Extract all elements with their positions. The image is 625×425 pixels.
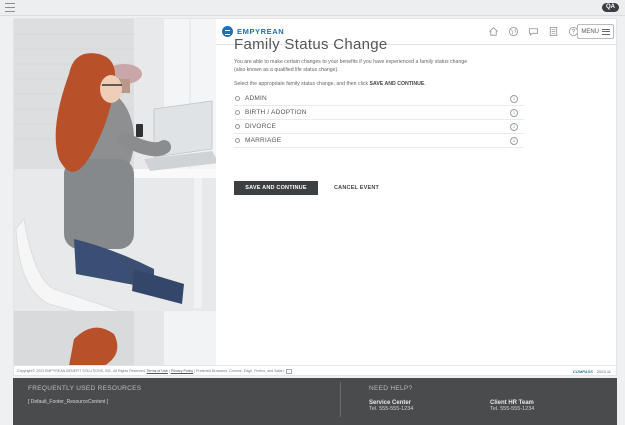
instruction-text: Select the appropriate family status cha… bbox=[234, 81, 564, 87]
top-strip: QA bbox=[0, 0, 625, 16]
client-hr-tel: Tel. 555-555-1234 bbox=[490, 406, 535, 412]
cancel-event-button[interactable]: CANCEL EVENT bbox=[334, 185, 379, 191]
radio-button[interactable] bbox=[235, 110, 240, 115]
menu-label: MENU bbox=[581, 28, 599, 35]
option-label: BIRTH / ADOPTION bbox=[245, 109, 307, 116]
option-label: MARRIAGE bbox=[245, 137, 282, 144]
info-icon[interactable]: i bbox=[510, 109, 518, 117]
option-birth-adoption[interactable]: BIRTH / ADOPTION i bbox=[234, 106, 524, 120]
privacy-policy-link[interactable]: Privacy Policy bbox=[171, 369, 193, 373]
preferred-browsers-text: Preferred Browsers: Chrome, Edge, Firefo… bbox=[196, 369, 284, 373]
footer-help: NEED HELP? bbox=[369, 385, 412, 392]
info-icon[interactable]: i bbox=[510, 123, 518, 131]
info-icon[interactable]: i bbox=[510, 95, 518, 103]
option-label: ADMIN bbox=[245, 95, 267, 102]
footer-resources: FREQUENTLY USED RESOURCES [ Default_Foot… bbox=[28, 385, 141, 405]
brand-name: EMPYREAN bbox=[237, 27, 285, 36]
footer-divider bbox=[340, 382, 341, 417]
browser-icon bbox=[285, 368, 292, 374]
instruction-bold: SAVE AND CONTINUE bbox=[369, 81, 425, 87]
help-heading: NEED HELP? bbox=[369, 385, 413, 392]
instruction-suffix: . bbox=[424, 81, 426, 87]
menu-button[interactable]: MENU bbox=[577, 24, 614, 39]
resources-content: [ Default_Footer_ResourceContent ] bbox=[28, 399, 109, 405]
intro-text: You are able to make certain changes to … bbox=[234, 59, 468, 73]
copyright-text: Copyright© 2023 EMPYREAN BENEFIT SOLUTIO… bbox=[17, 369, 146, 373]
resources-heading: FREQUENTLY USED RESOURCES bbox=[28, 385, 142, 392]
option-divorce[interactable]: DIVORCE i bbox=[234, 120, 524, 134]
legal-info-bar: Copyright© 2023 EMPYREAN BENEFIT SOLUTIO… bbox=[13, 365, 617, 376]
version-text: 2023.11 bbox=[596, 369, 611, 374]
environment-badge: QA bbox=[602, 3, 619, 12]
info-icon[interactable]: i bbox=[510, 137, 518, 145]
instruction-prefix: Select the appropriate family status cha… bbox=[234, 81, 370, 87]
option-label: DIVORCE bbox=[245, 123, 277, 130]
hero-photo bbox=[14, 19, 216, 366]
page-title: Family Status Change bbox=[234, 36, 388, 53]
radio-button[interactable] bbox=[235, 138, 240, 143]
service-center-tel: Tel. 555-555-1234 bbox=[369, 406, 414, 412]
option-admin[interactable]: ADMIN i bbox=[234, 92, 524, 106]
radio-button[interactable] bbox=[235, 124, 240, 129]
main-content: Family Status Change You are able to mak… bbox=[234, 36, 564, 148]
compass-logo: COMPASS bbox=[572, 369, 593, 374]
terms-of-use-link[interactable]: Terms of Use bbox=[147, 369, 168, 373]
compass-version: COMPASS 2023.11 bbox=[573, 369, 611, 374]
option-marriage[interactable]: MARRIAGE i bbox=[234, 134, 524, 148]
footer: FREQUENTLY USED RESOURCES [ Default_Foot… bbox=[13, 378, 617, 425]
action-buttons: SAVE AND CONTINUE CANCEL EVENT bbox=[234, 181, 379, 195]
save-and-continue-button[interactable]: SAVE AND CONTINUE bbox=[234, 181, 318, 195]
client-hr-contact: Client HR Team Tel. 555-555-1234 bbox=[490, 400, 534, 412]
logo-mark-icon bbox=[222, 26, 233, 37]
service-center-contact: Service Center Tel. 555-555-1234 bbox=[369, 400, 413, 412]
hamburger-menu-icon[interactable] bbox=[5, 3, 15, 12]
radio-button[interactable] bbox=[235, 96, 240, 101]
status-options-list: ADMIN i BIRTH / ADOPTION i DIVORCE i MAR… bbox=[234, 92, 524, 148]
menu-lines-icon bbox=[602, 28, 610, 35]
